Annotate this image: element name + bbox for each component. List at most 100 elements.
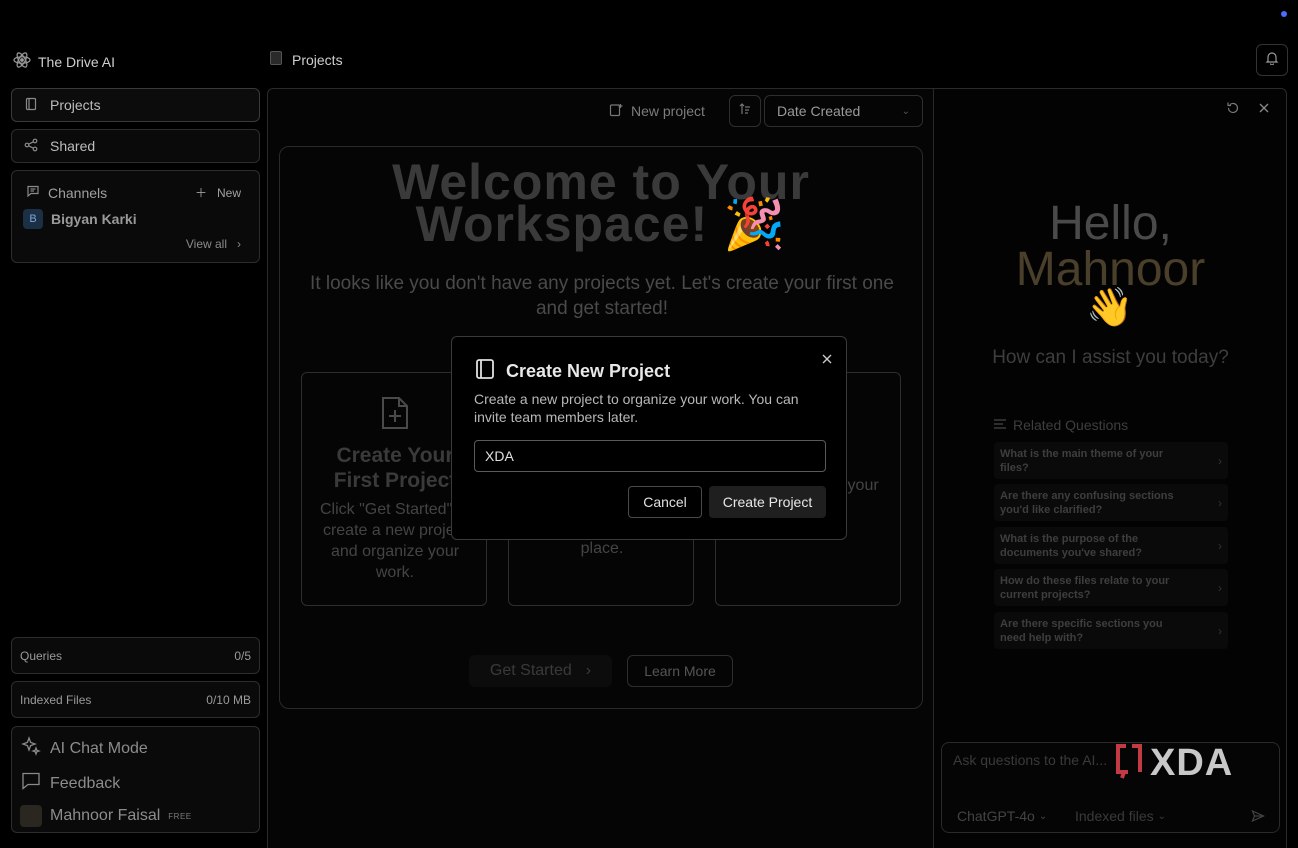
message-icon (20, 770, 42, 797)
create-project-button[interactable]: Create Project (709, 486, 826, 518)
channels-panel: Channels ＋ New B Bigyan Karki View all › (11, 170, 260, 263)
view-all-link[interactable]: View all › (186, 237, 241, 251)
list-icon (993, 417, 1007, 433)
cancel-button[interactable]: Cancel (628, 486, 702, 518)
channels-label: Channels (48, 184, 108, 201)
bottom-nav: AI Chat Mode Feedback Mahnoor Faisal FRE… (11, 726, 260, 833)
breadcrumb[interactable]: Projects (268, 50, 343, 69)
notebook-icon (474, 358, 496, 385)
related-question[interactable]: What is the main theme of your files? › (994, 442, 1228, 479)
sidebar-item-shared[interactable]: Shared (11, 129, 260, 163)
plus-icon: ＋ (194, 186, 207, 200)
model-select[interactable]: ChatGPT-4o ⌄ (957, 808, 1047, 824)
avatar (20, 805, 42, 827)
sidebar-item-projects[interactable]: Projects (11, 88, 260, 122)
indexed-files-label: Indexed Files (20, 692, 92, 707)
sidebar-item-label: Projects (50, 97, 101, 113)
related-question-text: Are there any confusing sections you'd l… (1000, 489, 1174, 516)
chevron-down-icon: ⌄ (1038, 810, 1048, 822)
notification-dot (1281, 11, 1287, 17)
wave-icon: 👋 (1086, 287, 1134, 329)
ai-chat-mode-label: AI Chat Mode (50, 739, 148, 757)
chevron-down-icon: ⌄ (901, 105, 910, 117)
sort-icon (738, 102, 752, 121)
new-notebook-icon (609, 103, 623, 120)
related-questions-label: Related Questions (1013, 417, 1129, 433)
xda-logo-icon (1114, 742, 1144, 785)
new-channel-label: New (216, 185, 241, 200)
queries-value: 0/5 (234, 648, 251, 663)
related-question-text: How do these files relate to your curren… (1000, 574, 1170, 601)
atom-icon (12, 50, 32, 73)
sort-order-button[interactable] (729, 95, 761, 127)
sort-select-value: Date Created (777, 103, 861, 119)
view-all-label: View all (185, 237, 227, 251)
notebook-icon (24, 97, 38, 114)
related-question[interactable]: Are there specific sections you need hel… (994, 612, 1228, 649)
create-project-dialog: Create New Project Create a new project … (451, 336, 847, 540)
dialog-title-label: Create New Project (506, 361, 671, 381)
greeting-hello: Hello, (1049, 197, 1172, 250)
dialog-description: Create a new project to organize your wo… (474, 391, 799, 425)
card-text: place. (580, 540, 624, 557)
related-question[interactable]: Are there any confusing sections you'd l… (994, 484, 1228, 521)
assistant-controls (1226, 101, 1270, 118)
get-started-label: Get Started (489, 662, 572, 679)
chevron-right-icon: › (1218, 580, 1222, 595)
project-name-input[interactable] (474, 440, 826, 472)
plan-badge: FREE (168, 811, 192, 821)
welcome-title-line2: Workspace! 🎉 (415, 196, 787, 252)
close-icon[interactable] (1258, 101, 1270, 118)
user-profile[interactable]: Mahnoor Faisal FREE (20, 805, 192, 827)
ai-chat-mode-button[interactable]: AI Chat Mode (20, 735, 148, 762)
queries-meter: Queries 0/5 (11, 637, 260, 674)
chevron-right-icon: › (237, 237, 241, 251)
send-icon[interactable] (1251, 809, 1265, 826)
dialog-title: Create New Project (474, 358, 670, 385)
chevron-right-icon: › (1218, 623, 1222, 638)
notifications-button[interactable] (1256, 44, 1288, 76)
new-project-button[interactable]: New project (609, 100, 705, 122)
channel-user[interactable]: B Bigyan Karki (23, 209, 137, 229)
new-channel-button[interactable]: ＋ New (195, 184, 241, 201)
share-icon (24, 138, 38, 155)
chevron-right-icon: › (1218, 538, 1222, 553)
related-question[interactable]: How do these files relate to your curren… (994, 569, 1228, 606)
files-scope-value: Indexed files (1075, 808, 1154, 824)
bell-icon (1265, 51, 1279, 70)
sidebar-item-label: Shared (50, 138, 96, 154)
chevron-right-icon: › (1218, 495, 1222, 510)
sort-select[interactable]: Date Created ⌄ (764, 95, 923, 127)
assist-prompt: How can I assist you today? (992, 347, 1229, 368)
file-plus-icon (379, 395, 411, 436)
watermark: XDA (1114, 742, 1233, 785)
notebook-icon (268, 50, 284, 69)
app-title: The Drive AI (38, 53, 116, 70)
files-scope-select[interactable]: Indexed files ⌄ (1075, 808, 1166, 824)
refresh-icon[interactable] (1226, 101, 1240, 118)
chat-input-placeholder[interactable]: Ask questions to the AI... (953, 752, 1107, 768)
related-question-text: What is the main theme of your files? (1000, 447, 1164, 474)
related-questions-header: Related Questions (993, 417, 1128, 433)
chevron-right-icon: › (585, 662, 592, 679)
feedback-button[interactable]: Feedback (20, 770, 120, 797)
related-question[interactable]: What is the purpose of the documents you… (994, 527, 1228, 564)
chevron-right-icon: › (1218, 453, 1222, 468)
learn-more-button[interactable]: Learn More (627, 655, 733, 687)
sparkle-icon (20, 735, 42, 762)
chat-icon (26, 184, 40, 201)
channels-header: Channels (26, 184, 107, 201)
app-logo[interactable]: The Drive AI (12, 50, 115, 73)
greeting: Hello, Mahnoor (934, 197, 1287, 294)
breadcrumb-label: Projects (292, 51, 343, 68)
indexed-files-value: 0/10 MB (206, 692, 251, 707)
get-started-button[interactable]: Get Started › (469, 655, 612, 687)
chevron-down-icon: ⌄ (1157, 810, 1166, 822)
related-question-text: What is the purpose of the documents you… (1000, 532, 1142, 559)
close-icon[interactable] (822, 351, 832, 367)
new-project-label: New project (631, 103, 705, 119)
model-select-value: ChatGPT-4o (957, 808, 1035, 824)
user-name: Mahnoor Faisal (50, 807, 161, 824)
related-question-text: Are there specific sections you need hel… (1000, 617, 1163, 644)
indexed-files-meter: Indexed Files 0/10 MB (11, 681, 260, 718)
